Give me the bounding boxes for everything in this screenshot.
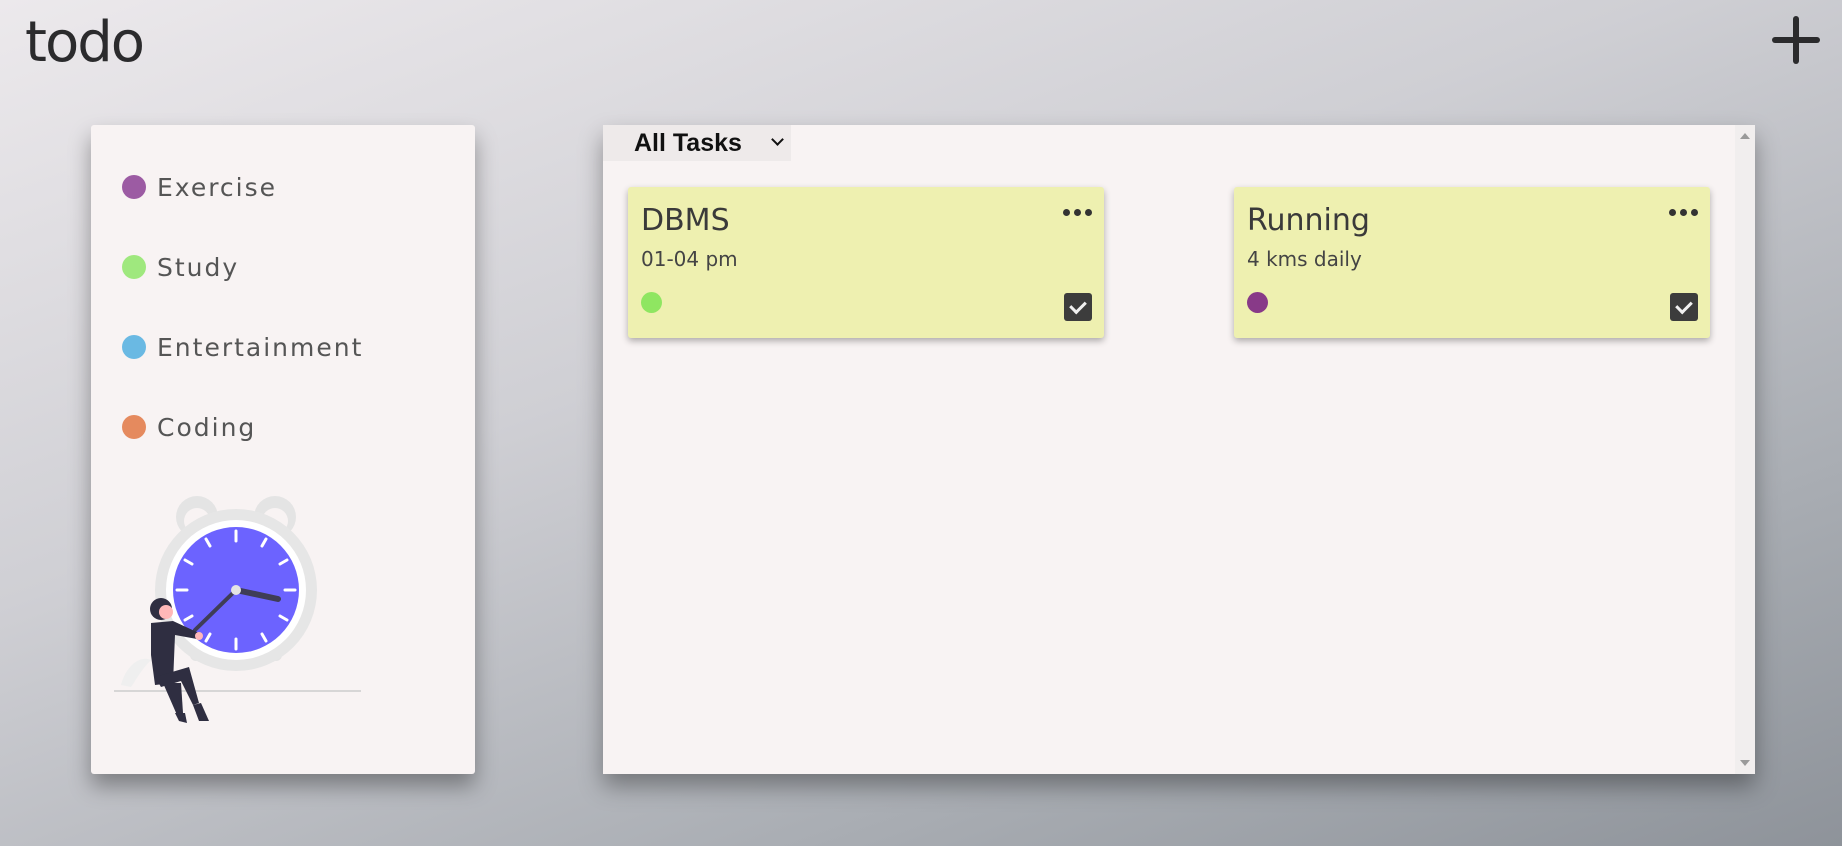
category-dot (122, 175, 146, 199)
category-label: Coding (157, 412, 257, 442)
category-sidebar: Exercise Study Entertainment Coding (91, 125, 475, 774)
category-item-entertainment[interactable]: Entertainment (122, 332, 363, 362)
task-card[interactable]: DBMS 01-04 pm (628, 187, 1104, 338)
task-card[interactable]: Running 4 kms daily (1234, 187, 1710, 338)
task-done-checkbox[interactable] (1064, 293, 1092, 321)
more-options-icon[interactable] (1665, 209, 1698, 216)
category-dot (122, 415, 146, 439)
task-done-checkbox[interactable] (1670, 293, 1698, 321)
chevron-down-icon (771, 133, 784, 146)
category-item-study[interactable]: Study (122, 252, 239, 282)
task-description: 01-04 pm (641, 247, 738, 271)
scroll-down-icon[interactable] (1740, 760, 1750, 766)
category-dot (122, 255, 146, 279)
category-label: Entertainment (157, 332, 364, 362)
task-filter-select[interactable]: All Tasks (603, 125, 791, 161)
task-title: Running (1247, 203, 1370, 238)
category-item-coding[interactable]: Coding (122, 412, 256, 442)
task-title: DBMS (641, 203, 730, 238)
add-task-button[interactable] (1772, 16, 1820, 64)
category-item-exercise[interactable]: Exercise (122, 172, 277, 202)
task-description: 4 kms daily (1247, 247, 1362, 271)
category-label: Study (157, 252, 240, 282)
scroll-up-icon[interactable] (1740, 133, 1750, 139)
vertical-scrollbar[interactable] (1735, 125, 1755, 774)
category-label: Exercise (157, 172, 278, 202)
more-options-icon[interactable] (1059, 209, 1092, 216)
task-panel: All Tasks DBMS 01-04 pm Running 4 kms da… (603, 125, 1755, 774)
category-dot (122, 335, 146, 359)
clock-illustration (114, 496, 361, 723)
task-filter-value: All Tasks (634, 128, 742, 157)
task-category-dot (1247, 292, 1268, 313)
app-logo: todo (25, 10, 145, 75)
task-category-dot (641, 292, 662, 313)
